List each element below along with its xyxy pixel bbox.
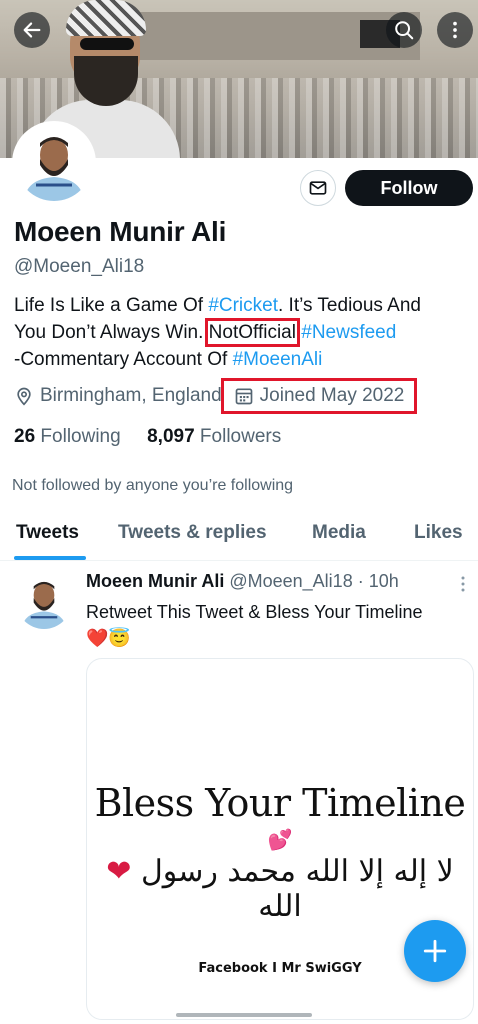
hashtag-moeenali[interactable]: #MoeenAli	[233, 349, 323, 370]
avatar-image	[16, 125, 92, 201]
profile-meta: Birmingham, England Joined May 2022	[14, 378, 418, 414]
location: Birmingham, England	[14, 385, 222, 407]
profile-avatar[interactable]	[12, 121, 96, 205]
tweet-avatar[interactable]	[16, 573, 72, 629]
more-vertical-icon	[453, 21, 457, 39]
profile-bio: Life Is Like a Game Of #Cricket. It’s Te…	[14, 292, 474, 373]
tweet-emoji: ❤️😇	[86, 628, 131, 648]
search-button[interactable]	[386, 12, 422, 48]
profile-tabs: Tweets Tweets & replies Media Likes	[0, 512, 478, 561]
arrow-left-icon	[23, 22, 41, 38]
bio-not-official: NotOfficial	[204, 318, 300, 347]
home-indicator	[176, 1013, 312, 1017]
search-icon	[395, 21, 414, 40]
hashtag-newsfeed[interactable]: #Newsfeed	[301, 322, 396, 343]
tab-tweets[interactable]: Tweets	[16, 522, 79, 544]
bio-text: . It’s Tedious And	[278, 295, 421, 316]
compose-button[interactable]	[404, 920, 466, 982]
joined-date: Joined May 2022	[220, 378, 418, 414]
tweet-header: Moeen Munir Ali @Moeen_Ali18 · 10h	[86, 571, 399, 592]
bio-text: Life Is Like a Game Of	[14, 295, 209, 316]
message-button[interactable]	[300, 170, 336, 206]
follow-button[interactable]: Follow	[345, 170, 473, 206]
following-link[interactable]: 26 Following	[14, 426, 121, 447]
more-vertical-icon[interactable]	[455, 575, 471, 593]
profile-name: Moeen Munir Ali	[14, 216, 227, 247]
active-tab-indicator	[14, 556, 86, 560]
follow-counts: 26 Following 8,097 Followers	[14, 426, 281, 448]
tweet-handle-time: @Moeen_Ali18 · 10h	[229, 571, 399, 591]
plus-icon	[423, 939, 447, 963]
followers-link[interactable]: 8,097 Followers	[147, 426, 281, 447]
not-followed-notice: Not followed by anyone you’re following	[12, 477, 294, 494]
bio-text: -Commentary Account Of	[14, 349, 233, 370]
tweet-author-name[interactable]: Moeen Munir Ali	[86, 571, 224, 591]
media-arabic-text: ❤ لا إله إلا الله محمد رسول الله	[106, 854, 454, 924]
location-pin-icon	[17, 387, 31, 406]
tab-tweets-replies[interactable]: Tweets & replies	[118, 522, 267, 544]
tab-likes[interactable]: Likes	[414, 522, 463, 544]
back-button[interactable]	[14, 12, 50, 48]
calendar-icon	[235, 388, 252, 405]
profile-handle: @Moeen_Ali18	[14, 256, 145, 277]
hashtag-cricket[interactable]: #Cricket	[208, 295, 278, 316]
more-options-button[interactable]	[437, 12, 473, 48]
envelope-icon	[309, 181, 327, 195]
bio-text: You Don’t Always Win.	[14, 322, 209, 343]
tab-media[interactable]: Media	[312, 522, 366, 544]
tweet-text: Retweet This Tweet & Bless Your Timeline…	[86, 599, 478, 651]
